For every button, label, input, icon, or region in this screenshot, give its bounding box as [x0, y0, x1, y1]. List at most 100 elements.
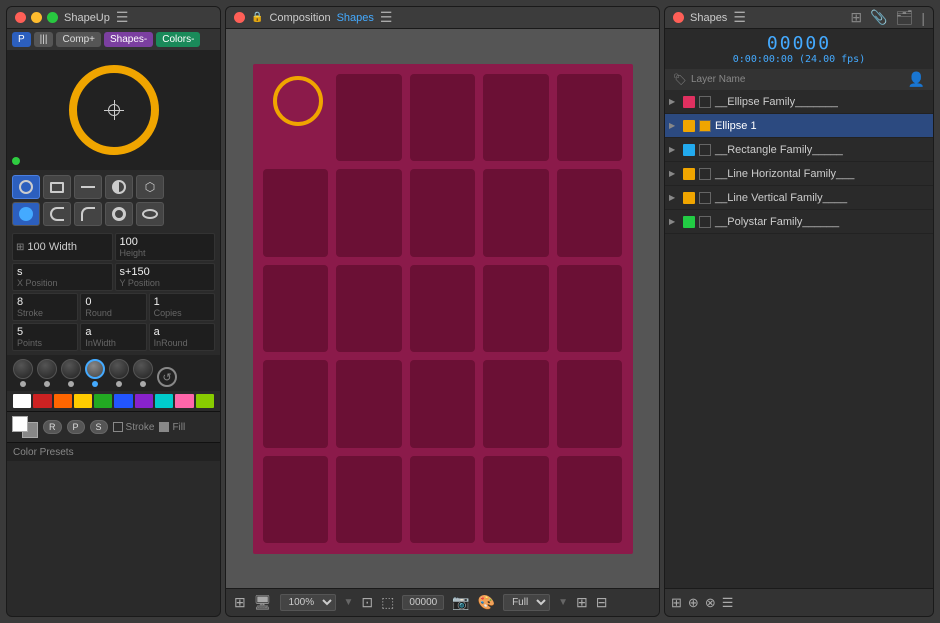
- tool-circle[interactable]: [12, 175, 40, 199]
- stroke-field[interactable]: 8 Stroke: [12, 293, 78, 321]
- p-button[interactable]: P: [67, 420, 85, 434]
- s-button[interactable]: S: [90, 420, 108, 434]
- expand-icon-2[interactable]: ▶: [669, 121, 679, 130]
- tab-bars[interactable]: |||: [34, 32, 54, 47]
- layer-vis-4[interactable]: [699, 168, 711, 180]
- layer-vis-2[interactable]: [699, 120, 711, 132]
- zoom-select[interactable]: 100%: [280, 594, 336, 611]
- tool-ring[interactable]: [105, 202, 133, 226]
- knob-1[interactable]: [13, 359, 33, 379]
- expand-icon-5[interactable]: ▶: [669, 193, 679, 202]
- grid-cell: [410, 360, 476, 448]
- layer-vis-6[interactable]: [699, 216, 711, 228]
- shapes-bottom-btn-1[interactable]: ⊞: [671, 595, 682, 611]
- comp-monitor-btn[interactable]: 🖥: [254, 594, 272, 611]
- comp-layout-btn[interactable]: ⊞: [576, 594, 588, 611]
- maximize-button[interactable]: [47, 12, 58, 23]
- comp-frame-btn[interactable]: ⊡: [361, 594, 373, 611]
- comp-grid-btn[interactable]: ⊞: [234, 594, 246, 611]
- inround-field[interactable]: a InRound: [149, 323, 215, 351]
- layer-row-3[interactable]: ▶ __Rectangle Family_____: [665, 138, 933, 162]
- tab-comp[interactable]: Comp+: [56, 32, 101, 47]
- tool-arc[interactable]: [43, 202, 71, 226]
- swatch-green[interactable]: [94, 394, 112, 408]
- tool-quarter[interactable]: [74, 202, 102, 226]
- stroke-indicator: [113, 422, 123, 432]
- layer-row-5[interactable]: ▶ __Line Vertical Family____: [665, 186, 933, 210]
- shapes-bottom-btn-4[interactable]: ☰: [722, 595, 734, 611]
- layer-vis-3[interactable]: [699, 144, 711, 156]
- layer-row-6[interactable]: ▶ __Polystar Family______: [665, 210, 933, 234]
- middle-menu-icon[interactable]: ☰: [380, 9, 393, 26]
- knob-3[interactable]: [61, 359, 81, 379]
- knob-3-dot: [68, 381, 74, 387]
- expand-icon[interactable]: ▶: [669, 97, 679, 106]
- comp-region-btn[interactable]: ⬚: [381, 594, 394, 611]
- swatch-white[interactable]: [13, 394, 31, 408]
- points-field[interactable]: 5 Points: [12, 323, 78, 351]
- swatch-blue[interactable]: [114, 394, 132, 408]
- stroke-square[interactable]: [12, 416, 28, 432]
- height-field[interactable]: 100 Height: [115, 233, 216, 261]
- layers-list[interactable]: ▶ __Ellipse Family_______ ▶ Ellipse 1 ▶ …: [665, 90, 933, 588]
- shapes-bottom-btn-2[interactable]: ⊕: [688, 595, 699, 611]
- tab-colors[interactable]: Colors-: [156, 32, 200, 47]
- middle-close[interactable]: [234, 12, 245, 23]
- comp-color-btn[interactable]: 🎨: [478, 594, 495, 611]
- swatch-red[interactable]: [33, 394, 51, 408]
- close-button[interactable]: [15, 12, 26, 23]
- inwidth-field[interactable]: a InWidth: [80, 323, 146, 351]
- tool-hex[interactable]: ⬡: [136, 175, 164, 199]
- expand-icon-6[interactable]: ▶: [669, 217, 679, 226]
- layer-vis-5[interactable]: [699, 192, 711, 204]
- layer-vis-1[interactable]: [699, 96, 711, 108]
- tool-oval[interactable]: [136, 202, 164, 226]
- knob-6[interactable]: [133, 359, 153, 379]
- right-menu-icon[interactable]: ☰: [733, 9, 746, 26]
- tab-shapes[interactable]: Shapes-: [104, 32, 153, 47]
- layer-name-4: __Line Horizontal Family___: [715, 168, 929, 180]
- left-menu-icon[interactable]: ☰: [116, 9, 129, 26]
- grid-cell: [336, 169, 402, 257]
- shapes-icon-4[interactable]: |: [921, 10, 925, 26]
- timecode-main: 00000: [669, 33, 929, 54]
- round-field[interactable]: 0 Round: [80, 293, 146, 321]
- knob-5[interactable]: [109, 359, 129, 379]
- minimize-button[interactable]: [31, 12, 42, 23]
- knob-4[interactable]: [85, 359, 105, 379]
- swatch-purple[interactable]: [135, 394, 153, 408]
- width-field[interactable]: ⊞ 100 Width: [12, 233, 113, 261]
- layer-row-selected[interactable]: ▶ Ellipse 1: [665, 114, 933, 138]
- shapes-icon-1[interactable]: ⊞: [850, 9, 862, 26]
- r-button[interactable]: R: [43, 420, 62, 434]
- tool-rect[interactable]: [43, 175, 71, 199]
- copies-field[interactable]: 1 Copies: [149, 293, 215, 321]
- layer-row-4[interactable]: ▶ __Line Horizontal Family___: [665, 162, 933, 186]
- shy-icon: 👤: [908, 71, 925, 87]
- shapes-icon-3[interactable]: 🗂: [896, 9, 914, 26]
- yposition-field[interactable]: s+150 Y Position: [115, 263, 216, 291]
- grid-cell: [263, 265, 329, 353]
- expand-icon-4[interactable]: ▶: [669, 169, 679, 178]
- shapes-icon-2[interactable]: 📎: [870, 9, 887, 26]
- comp-expand-btn[interactable]: ⊟: [596, 594, 608, 611]
- tab-p[interactable]: P: [12, 32, 31, 47]
- layer-row[interactable]: ▶ __Ellipse Family_______: [665, 90, 933, 114]
- shapes-bottom-btn-3[interactable]: ⊗: [705, 595, 716, 611]
- knob-2[interactable]: [37, 359, 57, 379]
- expand-icon-3[interactable]: ▶: [669, 145, 679, 154]
- grid-cell: [410, 74, 476, 162]
- comp-camera-btn[interactable]: 📷: [452, 594, 469, 611]
- swatch-yellow[interactable]: [74, 394, 92, 408]
- refresh-button[interactable]: ↺: [157, 367, 177, 387]
- swatch-lime[interactable]: [196, 394, 214, 408]
- swatch-cyan[interactable]: [155, 394, 173, 408]
- swatch-orange[interactable]: [54, 394, 72, 408]
- tool-minus[interactable]: [74, 175, 102, 199]
- tool-half[interactable]: [105, 175, 133, 199]
- right-close[interactable]: [673, 12, 684, 23]
- xposition-field[interactable]: s X Position: [12, 263, 113, 291]
- swatch-pink[interactable]: [175, 394, 193, 408]
- quality-select[interactable]: Full: [503, 594, 550, 611]
- tool-filled-circle[interactable]: [12, 202, 40, 226]
